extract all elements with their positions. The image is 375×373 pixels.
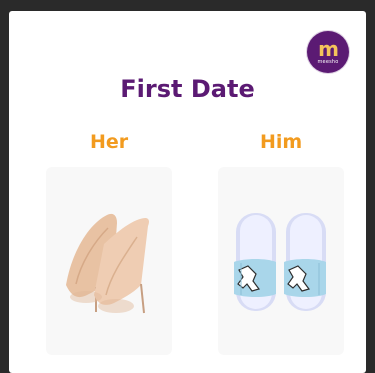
her-label: Her: [90, 131, 129, 153]
brand-logo-word: meesho: [317, 58, 339, 65]
meme-card: m meesho First Date Her Him: [9, 11, 366, 373]
brand-logo: m meesho: [307, 31, 349, 73]
page-title: First Date: [120, 75, 255, 103]
slides-illustration: [234, 213, 326, 311]
heels-illustration: [66, 213, 149, 314]
him-product-image: [218, 167, 344, 355]
brand-logo-mark: m: [318, 36, 339, 61]
her-product-image: [46, 167, 172, 355]
him-label: Him: [260, 131, 303, 153]
screen: m meesho First Date Her Him: [0, 0, 375, 373]
